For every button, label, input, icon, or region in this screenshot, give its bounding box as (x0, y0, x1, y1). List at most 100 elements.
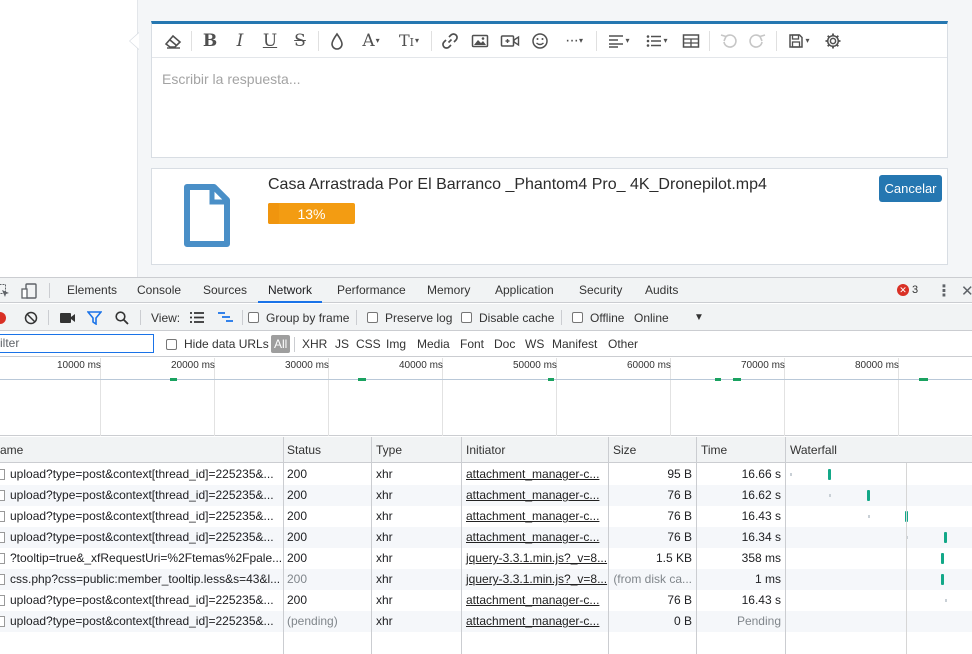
column-status[interactable]: Status (283, 437, 371, 463)
cancel-upload-button[interactable]: Cancelar (879, 175, 942, 202)
drafts-icon[interactable]: ▾ (780, 28, 818, 54)
tab-application[interactable]: Application (495, 278, 554, 303)
column-waterfall[interactable]: Waterfall (786, 437, 972, 463)
record-icon[interactable] (0, 304, 6, 331)
filter-type-js[interactable]: JS (335, 331, 349, 357)
filter-type-doc[interactable]: Doc (494, 331, 515, 357)
cell-initiator[interactable]: attachment_manager-c... (462, 485, 608, 506)
disable-cache-checkbox[interactable]: Disable cache (461, 304, 554, 331)
filter-type-other[interactable]: Other (608, 331, 638, 357)
filter-type-ws[interactable]: WS (525, 331, 544, 357)
cell-initiator[interactable]: attachment_manager-c... (462, 590, 608, 611)
tab-security[interactable]: Security (579, 278, 622, 303)
list-icon[interactable]: ▾ (638, 28, 676, 54)
table-row[interactable]: upload?type=post&context[thread_id]=2252… (0, 590, 972, 611)
strikethrough-icon[interactable]: S (285, 28, 315, 54)
waterfall-view-icon[interactable] (218, 304, 234, 331)
cell-name[interactable]: ?tooltip=true&_xfRequestUri=%2Ftemas%2Fp… (6, 548, 283, 569)
filter-type-font[interactable]: Font (460, 331, 484, 357)
bold-icon[interactable]: B (195, 28, 225, 54)
image-icon[interactable] (465, 28, 495, 54)
offline-checkbox[interactable]: Offline (572, 304, 624, 331)
close-icon[interactable]: ✕ (961, 278, 972, 303)
media-icon[interactable] (495, 28, 525, 54)
waterfall-bar (828, 469, 831, 480)
column-size[interactable]: Size (609, 437, 696, 463)
tab-network[interactable]: Network (258, 278, 323, 303)
preserve-log-checkbox[interactable]: Preserve log (367, 304, 452, 331)
network-overview[interactable]: 10000 ms 20000 ms 30000 ms 40000 ms 5000… (0, 358, 972, 436)
group-by-frame-checkbox[interactable]: Group by frame (248, 304, 349, 331)
column-time[interactable]: Time (697, 437, 785, 463)
overview-tick-label: 30000 ms (285, 360, 329, 371)
device-toolbar-icon[interactable] (21, 278, 37, 303)
underline-icon[interactable]: U (255, 28, 285, 54)
table-row[interactable]: css.php?css=public:member_tooltip.less&s… (0, 569, 972, 590)
filter-type-css[interactable]: CSS (356, 331, 381, 357)
error-counter[interactable]: ✕ 3 (897, 284, 918, 296)
settings-icon[interactable] (818, 28, 848, 54)
font-size-icon[interactable]: A ▾ (352, 28, 390, 54)
eraser-icon[interactable] (158, 28, 188, 54)
table-row[interactable]: ?tooltip=true&_xfRequestUri=%2Ftemas%2Fp… (0, 548, 972, 569)
filter-type-all[interactable]: All (271, 335, 291, 353)
cell-initiator[interactable]: jquery-3.3.1.min.js?_v=8... (462, 569, 608, 590)
throttling-select[interactable]: Online (634, 304, 669, 331)
column-initiator[interactable]: Initiator (462, 437, 608, 463)
cell-name[interactable]: upload?type=post&context[thread_id]=2252… (6, 611, 283, 632)
column-name[interactable]: ame (0, 437, 284, 463)
cell-initiator[interactable]: attachment_manager-c... (462, 527, 608, 548)
table-row[interactable]: upload?type=post&context[thread_id]=2252… (0, 464, 972, 485)
overview-tick-label: 80000 ms (855, 360, 899, 371)
table-row[interactable]: upload?type=post&context[thread_id]=2252… (0, 506, 972, 527)
cell-name[interactable]: upload?type=post&context[thread_id]=2252… (6, 590, 283, 611)
column-type[interactable]: Type (372, 437, 462, 463)
cell-name[interactable]: upload?type=post&context[thread_id]=2252… (6, 485, 283, 506)
table-row[interactable]: upload?type=post&context[thread_id]=2252… (0, 485, 972, 506)
more-icon[interactable]: ··· ▾ (555, 28, 593, 54)
table-row[interactable]: upload?type=post&context[thread_id]=2252… (0, 611, 972, 632)
tab-console[interactable]: Console (137, 278, 181, 303)
filter-type-media[interactable]: Media (417, 331, 450, 357)
align-icon[interactable]: ▾ (600, 28, 638, 54)
cell-name[interactable]: upload?type=post&context[thread_id]=2252… (6, 527, 283, 548)
tab-elements[interactable]: Elements (67, 278, 117, 303)
tab-memory[interactable]: Memory (427, 278, 470, 303)
cell-name[interactable]: css.php?css=public:member_tooltip.less&s… (6, 569, 283, 590)
file-icon (182, 183, 232, 252)
redo-icon[interactable] (743, 28, 773, 54)
kebab-menu-icon[interactable]: ⋮ (936, 278, 952, 303)
cell-initiator[interactable]: attachment_manager-c... (462, 506, 608, 527)
large-rows-icon[interactable] (190, 304, 204, 331)
inspect-element-icon[interactable] (0, 278, 10, 303)
table-row[interactable]: upload?type=post&context[thread_id]=2252… (0, 527, 972, 548)
cell-name[interactable]: upload?type=post&context[thread_id]=2252… (6, 506, 283, 527)
cell-initiator[interactable]: attachment_manager-c... (462, 611, 608, 632)
cell-initiator[interactable]: attachment_manager-c... (462, 464, 608, 485)
cell-initiator[interactable]: jquery-3.3.1.min.js?_v=8... (462, 548, 608, 569)
undo-icon[interactable] (713, 28, 743, 54)
italic-icon[interactable]: I (225, 28, 255, 54)
filter-input[interactable]: ilter (0, 334, 154, 353)
devtools-panel: Elements Console Sources Network Perform… (0, 277, 972, 654)
link-icon[interactable] (435, 28, 465, 54)
text-color-icon[interactable] (322, 28, 352, 54)
clear-icon[interactable] (24, 304, 38, 331)
tab-sources[interactable]: Sources (203, 278, 247, 303)
screenshot-icon[interactable] (60, 304, 76, 331)
filter-icon[interactable] (87, 304, 102, 331)
cell-name[interactable]: upload?type=post&context[thread_id]=2252… (6, 464, 283, 485)
chevron-down-icon[interactable]: ▼ (694, 304, 704, 331)
filter-type-xhr[interactable]: XHR (302, 331, 327, 357)
tab-audits[interactable]: Audits (645, 278, 678, 303)
filter-type-manifest[interactable]: Manifest (552, 331, 597, 357)
hide-data-urls-checkbox[interactable]: Hide data URLs (166, 331, 269, 357)
table-icon[interactable] (676, 28, 706, 54)
search-icon[interactable] (115, 304, 129, 331)
smilie-icon[interactable] (525, 28, 555, 54)
tab-performance[interactable]: Performance (337, 278, 406, 303)
editor-input[interactable]: Escribir la respuesta... (152, 58, 947, 100)
font-family-icon[interactable]: TI ▾ (390, 28, 428, 54)
filter-type-img[interactable]: Img (386, 331, 406, 357)
toolbar-divider (140, 310, 141, 325)
